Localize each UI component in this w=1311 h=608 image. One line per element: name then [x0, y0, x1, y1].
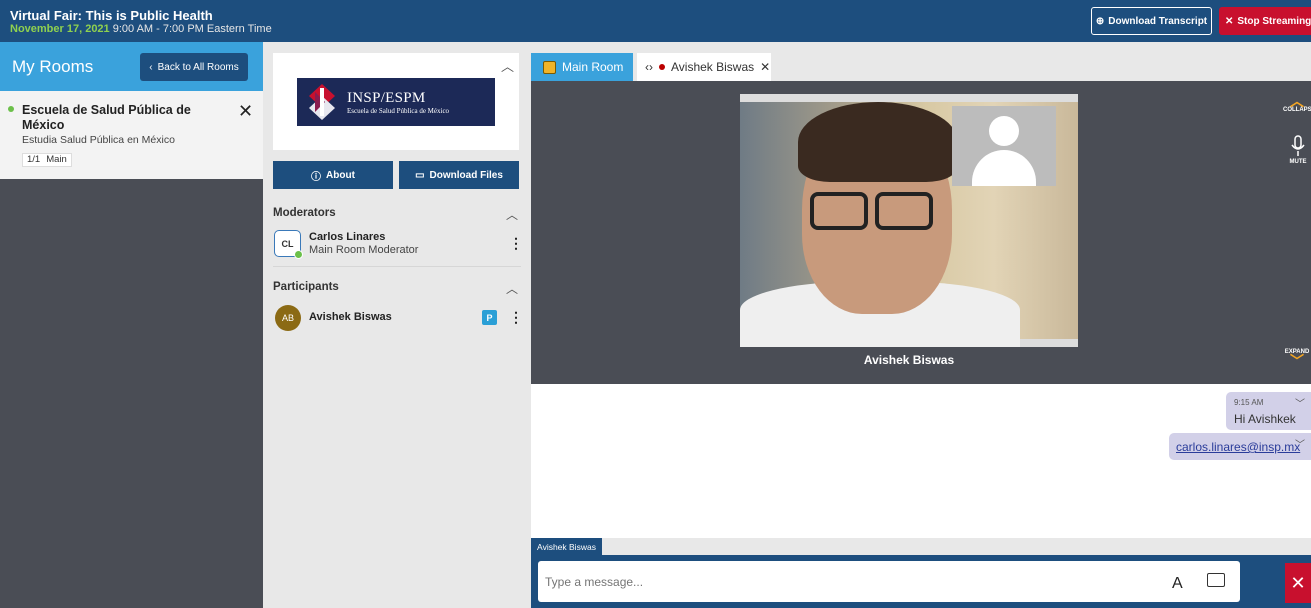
rooms-header: My Rooms ‹ Back to All Rooms: [0, 42, 263, 91]
video-glasses: [810, 192, 868, 230]
participant-name: Avishek Biswas: [309, 311, 392, 323]
room-tag: 1/1 Main: [22, 153, 72, 167]
tab-bar: Main Room ‹› Avishek Biswas ✕: [531, 42, 1311, 81]
self-view-placeholder: [952, 106, 1056, 186]
about-button[interactable]: ⓘ About: [273, 161, 393, 189]
composer-bar: A ✕: [531, 555, 1311, 608]
chat-messages: 9:15 AM Hi Avishkek ﹀ carlos.linares@ins…: [531, 384, 1311, 538]
mute-label: MUTE: [1289, 159, 1307, 165]
mute-button[interactable]: MUTE: [1285, 135, 1311, 165]
moderator-more-icon[interactable]: ⋮: [509, 235, 523, 252]
chat-message: carlos.linares@insp.mx ﹀: [1169, 433, 1311, 460]
info-icon: ⓘ: [311, 171, 322, 183]
room-count: 1/1: [27, 154, 41, 165]
collapse-label: COLLAPSE: [1283, 107, 1311, 113]
chevron-left-icon: ‹: [149, 61, 153, 73]
avatar-body-icon: [972, 150, 1036, 186]
room-name: Escuela de Salud Pública de México: [22, 103, 191, 132]
room-subtitle: Estudia Salud Pública en México: [22, 134, 175, 146]
online-status-dot: [8, 106, 14, 112]
download-icon: ⊕: [1095, 15, 1105, 27]
back-label: Back to All Rooms: [157, 61, 239, 73]
message-input[interactable]: [538, 561, 1240, 602]
close-icon: ✕: [1225, 15, 1234, 27]
chevron-down-icon[interactable]: ﹀: [1295, 395, 1305, 410]
room-icon: [543, 60, 556, 74]
tab-user-label: Avishek Biswas: [671, 60, 755, 74]
participant-more-icon[interactable]: ⋮: [509, 309, 523, 326]
rooms-heading: My Rooms: [12, 57, 94, 76]
room-card[interactable]: Escuela de Salud Pública de México Estud…: [0, 91, 263, 179]
chevron-up-icon: ︿: [1290, 93, 1304, 109]
divider: [273, 266, 521, 267]
top-bar: Virtual Fair: This is Public Health Nove…: [0, 0, 1311, 42]
participant-avatar: AB: [275, 305, 301, 331]
composer-recipient-tab[interactable]: Avishek Biswas: [531, 538, 602, 555]
moderator-initials: CL: [281, 238, 294, 249]
logo-title: INSP/ESPM: [347, 89, 426, 106]
room-main-label: Main: [46, 154, 67, 165]
moderator-avatar: CL: [274, 230, 303, 259]
event-datetime: November 17, 2021 9:00 AM - 7:00 PM East…: [10, 23, 272, 35]
moderator-name: Carlos Linares: [309, 231, 386, 243]
download-files-button[interactable]: ▭ Download Files: [399, 161, 519, 189]
video-feed: [740, 94, 1078, 347]
video-person-hair: [798, 102, 958, 182]
insp-logo: INSP/ESPM Escuela de Salud Pública de Mé…: [297, 78, 495, 126]
participants-heading: Participants: [273, 281, 339, 293]
chevron-down-icon[interactable]: ﹀: [1295, 436, 1305, 451]
video-area: Avishek Biswas ︿ COLLAPSE MUTE EXPAND ﹀: [531, 81, 1311, 384]
message-text: Hi Avishkek: [1234, 412, 1296, 426]
message-composer: Avishek Biswas A ✕: [531, 538, 1311, 608]
tab-main-room[interactable]: Main Room: [531, 53, 633, 81]
moderators-heading: Moderators: [273, 207, 336, 219]
download-transcript-button[interactable]: ⊕ Download Transcript: [1091, 7, 1212, 35]
folder-icon: ▭: [415, 169, 425, 181]
participant-badge: P: [482, 310, 497, 325]
about-label: About: [326, 169, 355, 181]
logo-subtitle: Escuela de Salud Pública de México: [347, 106, 450, 115]
close-room-icon[interactable]: ✕: [238, 101, 253, 122]
video-glasses: [875, 192, 933, 230]
stop-streaming-button[interactable]: ✕ Stop Streaming: [1219, 7, 1311, 35]
event-date: November 17, 2021: [10, 23, 110, 35]
avatar-head-icon: [989, 116, 1019, 146]
tab-main-room-label: Main Room: [562, 60, 624, 74]
collapse-button[interactable]: ︿ COLLAPSE: [1283, 93, 1311, 113]
moderator-role: Main Room Moderator: [309, 244, 419, 256]
chevron-up-icon[interactable]: ︿: [506, 206, 518, 223]
event-time: 9:00 AM - 7:00 PM Eastern Time: [112, 23, 272, 35]
chevron-up-icon[interactable]: ︿: [501, 56, 514, 75]
booth-panel: ︿ INSP/ESPM Escuela de Salud Pública de …: [263, 42, 531, 608]
online-status-dot: [294, 250, 303, 259]
close-chat-button[interactable]: ✕: [1285, 563, 1311, 603]
logo-card: ︿ INSP/ESPM Escuela de Salud Pública de …: [273, 53, 519, 150]
back-to-rooms-button[interactable]: ‹ Back to All Rooms: [140, 53, 248, 81]
close-icon: ✕: [1290, 572, 1306, 593]
stop-streaming-label: Stop Streaming: [1237, 15, 1311, 27]
tab-user-chat[interactable]: ‹› Avishek Biswas ✕: [637, 53, 771, 81]
code-icon: ‹›: [645, 60, 653, 74]
chevron-up-icon[interactable]: ︿: [506, 280, 518, 297]
chat-message: 9:15 AM Hi Avishkek ﹀: [1226, 392, 1311, 430]
event-title: Virtual Fair: This is Public Health: [10, 8, 213, 23]
expand-button[interactable]: EXPAND ﹀: [1283, 349, 1311, 369]
download-files-label: Download Files: [429, 169, 503, 181]
insp-logo-mark: [309, 84, 335, 120]
email-link[interactable]: carlos.linares@insp.mx: [1176, 440, 1300, 454]
text-format-icon[interactable]: A: [1172, 575, 1183, 593]
video-name-label: Avishek Biswas: [863, 353, 955, 367]
recording-dot: [659, 64, 665, 70]
message-time: 9:15 AM: [1234, 398, 1264, 407]
download-transcript-label: Download Transcript: [1108, 15, 1208, 27]
inbox-icon[interactable]: [1207, 573, 1225, 587]
microphone-icon: [1291, 135, 1305, 156]
rooms-panel: My Rooms ‹ Back to All Rooms Escuela de …: [0, 42, 263, 608]
chevron-down-icon: ﹀: [1290, 353, 1304, 369]
close-tab-icon[interactable]: ✕: [760, 60, 770, 74]
